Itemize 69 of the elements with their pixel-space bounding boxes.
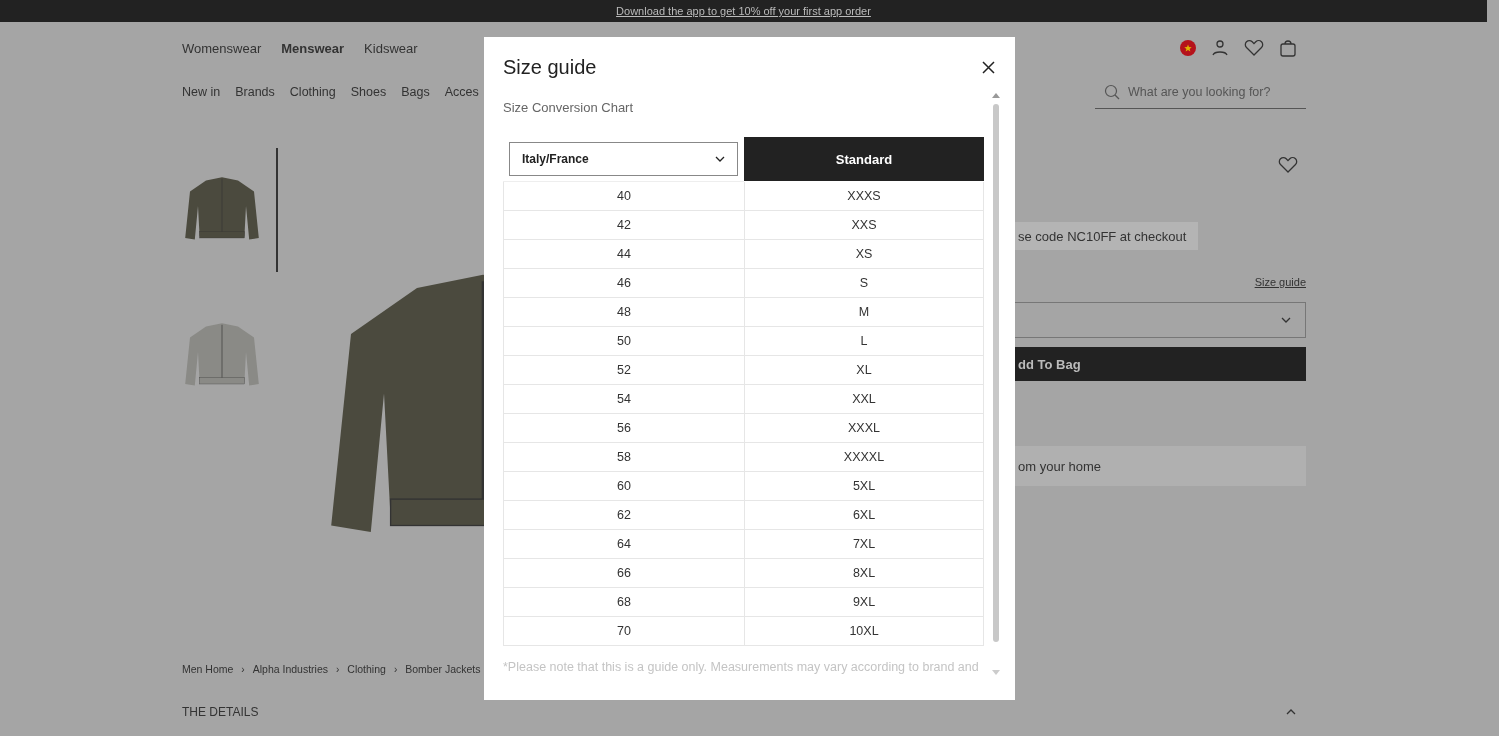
table-cell: M [744,298,984,327]
table-cell: 56 [503,414,744,443]
close-button[interactable] [982,60,995,74]
breadcrumb-separator: › [336,663,340,675]
details-heading[interactable]: THE DETAILS [182,705,259,719]
table-cell: XXS [744,211,984,240]
table-cell: 46 [503,269,744,298]
table-cell: L [744,327,984,356]
chart-subtitle: Size Conversion Chart [503,100,634,115]
department-tab[interactable]: Kidswear [364,40,418,56]
table-cell: 58 [503,443,744,472]
department-tab[interactable]: Menswear [281,40,345,56]
breadcrumb-link[interactable]: Alpha Industries [252,663,328,675]
table-cell: 50 [503,327,744,356]
table-cell: 48 [503,298,744,327]
table-cell: XXL [744,385,984,414]
table-cell: 62 [503,501,744,530]
size-guide-link[interactable]: Size guide [1254,276,1306,288]
table-cell: 8XL [744,559,984,588]
table-cell: 40 [503,182,744,211]
table-cell: XXXL [744,414,984,443]
chevron-up-icon[interactable] [1286,709,1296,715]
promo-banner-link[interactable]: Download the app to get 10% off your first app order [616,5,871,17]
table-cell: XS [744,240,984,269]
table-cell: 9XL [744,588,984,617]
table-cell: 6XL [744,501,984,530]
country-flag-icon[interactable] [1180,40,1196,56]
category-link[interactable]: Brands [235,85,275,99]
search-field[interactable]: What are you looking for? [1095,75,1306,109]
shopping-bag-icon[interactable] [1278,38,1298,58]
table-cell: 68 [503,588,744,617]
department-tab[interactable]: Womenswear [182,40,262,56]
category-link[interactable]: New in [182,85,221,99]
table-cell: 7XL [744,530,984,559]
table-cell: 5XL [744,472,984,501]
product-thumbnail[interactable] [182,148,278,272]
breadcrumb-link[interactable]: Clothing [347,663,386,675]
category-link[interactable]: Acces [444,85,479,99]
table-cell: 66 [503,559,744,588]
breadcrumb-link[interactable]: Men Home [182,663,234,675]
table-cell: 52 [503,356,744,385]
table-cell: 42 [503,211,744,240]
breadcrumb-separator: › [241,663,245,675]
table-cell: XXXXL [744,443,984,472]
category-link[interactable]: Clothing [289,85,336,99]
disclaimer-text: *Please note that this is a guide only. Measurements may vary according to brand and [503,660,980,674]
category-link[interactable]: Bags [401,85,430,99]
search-icon [1104,84,1120,100]
heart-icon[interactable] [1244,39,1264,57]
breadcrumb-link[interactable]: Bomber Jackets [405,663,481,675]
chevron-down-icon [715,156,725,162]
table-cell: 64 [503,530,744,559]
chevron-down-icon [1281,317,1291,323]
breadcrumb-separator: › [393,663,398,675]
category-link[interactable]: Shoes [350,85,387,99]
close-icon [982,60,995,74]
dialog-title: Size guide [503,55,597,79]
size-system-select[interactable]: Italy/France [509,142,738,176]
table-cell: XXXS [744,182,984,211]
column-header: Standard [744,137,984,181]
heart-icon[interactable] [1278,156,1298,174]
table-cell: XL [744,356,984,385]
account-icon[interactable] [1210,38,1230,58]
table-cell: 44 [503,240,744,269]
table-cell: S [744,269,984,298]
table-cell: 10XL [744,617,984,646]
table-cell: 70 [503,617,744,646]
table-cell: 60 [503,472,744,501]
table-cell: 54 [503,385,744,414]
